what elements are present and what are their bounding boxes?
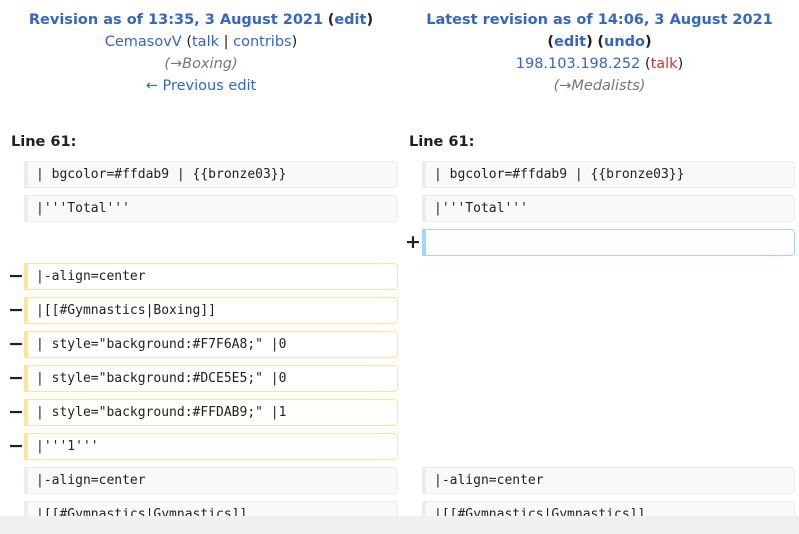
old-user-contribs-link[interactable]: contribs [233, 34, 291, 50]
deletion-marker: − [8, 401, 24, 423]
old-summary-section-arrow[interactable]: → [170, 56, 182, 72]
old-context-line: |'''Total''' [24, 195, 398, 222]
new-context-line: |'''Total''' [422, 195, 795, 222]
deleted-line: | style="background:#FFDAB9;" |1 [24, 399, 398, 426]
horizontal-scrollbar[interactable] [0, 516, 799, 534]
new-summary-section: Medalists [571, 78, 640, 94]
deleted-line: | style="background:#F7F6A8;" |0 [24, 331, 398, 358]
new-context-line: | bgcolor=#ffdab9 | {{bronze03}} [422, 161, 795, 188]
old-edit-summary: (→Boxing) [164, 56, 238, 72]
deleted-line: |-align=center [24, 263, 398, 290]
new-line-number: Line 61: [409, 134, 475, 150]
deletion-marker: − [8, 367, 24, 389]
deleted-line: |[[#Gymnastics|Boxing]] [24, 297, 398, 324]
old-revision-link[interactable]: Revision as of 13:35, 3 August 2021 [29, 12, 323, 28]
old-context-line: |-align=center [24, 467, 398, 494]
old-user-link[interactable]: CemasovV [105, 34, 182, 50]
previous-edit-link[interactable]: ← Previous edit [146, 78, 257, 94]
added-line [422, 229, 795, 256]
old-summary-section: Boxing [182, 56, 232, 72]
old-user-talk-link[interactable]: talk [192, 34, 219, 50]
addition-marker: + [405, 231, 421, 253]
old-edit-link[interactable]: edit [334, 12, 366, 28]
new-revision-link[interactable]: Latest revision as of 14:06, 3 August 20… [426, 12, 773, 28]
deletion-marker: − [8, 299, 24, 321]
new-revision-header: Latest revision as of 14:06, 3 August 20… [400, 9, 799, 97]
new-context-line: |-align=center [422, 467, 795, 494]
deletion-marker: − [8, 333, 24, 355]
new-summary-section-arrow[interactable]: → [559, 78, 571, 94]
old-revision-header: Revision as of 13:35, 3 August 2021 (edi… [0, 9, 402, 97]
deleted-line: | style="background:#DCE5E5;" |0 [24, 365, 398, 392]
new-edit-link[interactable]: edit [554, 34, 586, 50]
old-context-line: | bgcolor=#ffdab9 | {{bronze03}} [24, 161, 398, 188]
deleted-line: |'''1''' [24, 433, 398, 460]
old-line-number: Line 61: [11, 134, 77, 150]
undo-link[interactable]: undo [604, 34, 645, 50]
deletion-marker: − [8, 265, 24, 287]
new-edit-summary: (→Medalists) [553, 78, 646, 94]
new-user-link[interactable]: 198.103.198.252 [516, 56, 641, 72]
new-user-talk-link[interactable]: talk [651, 56, 678, 72]
deletion-marker: − [8, 435, 24, 457]
